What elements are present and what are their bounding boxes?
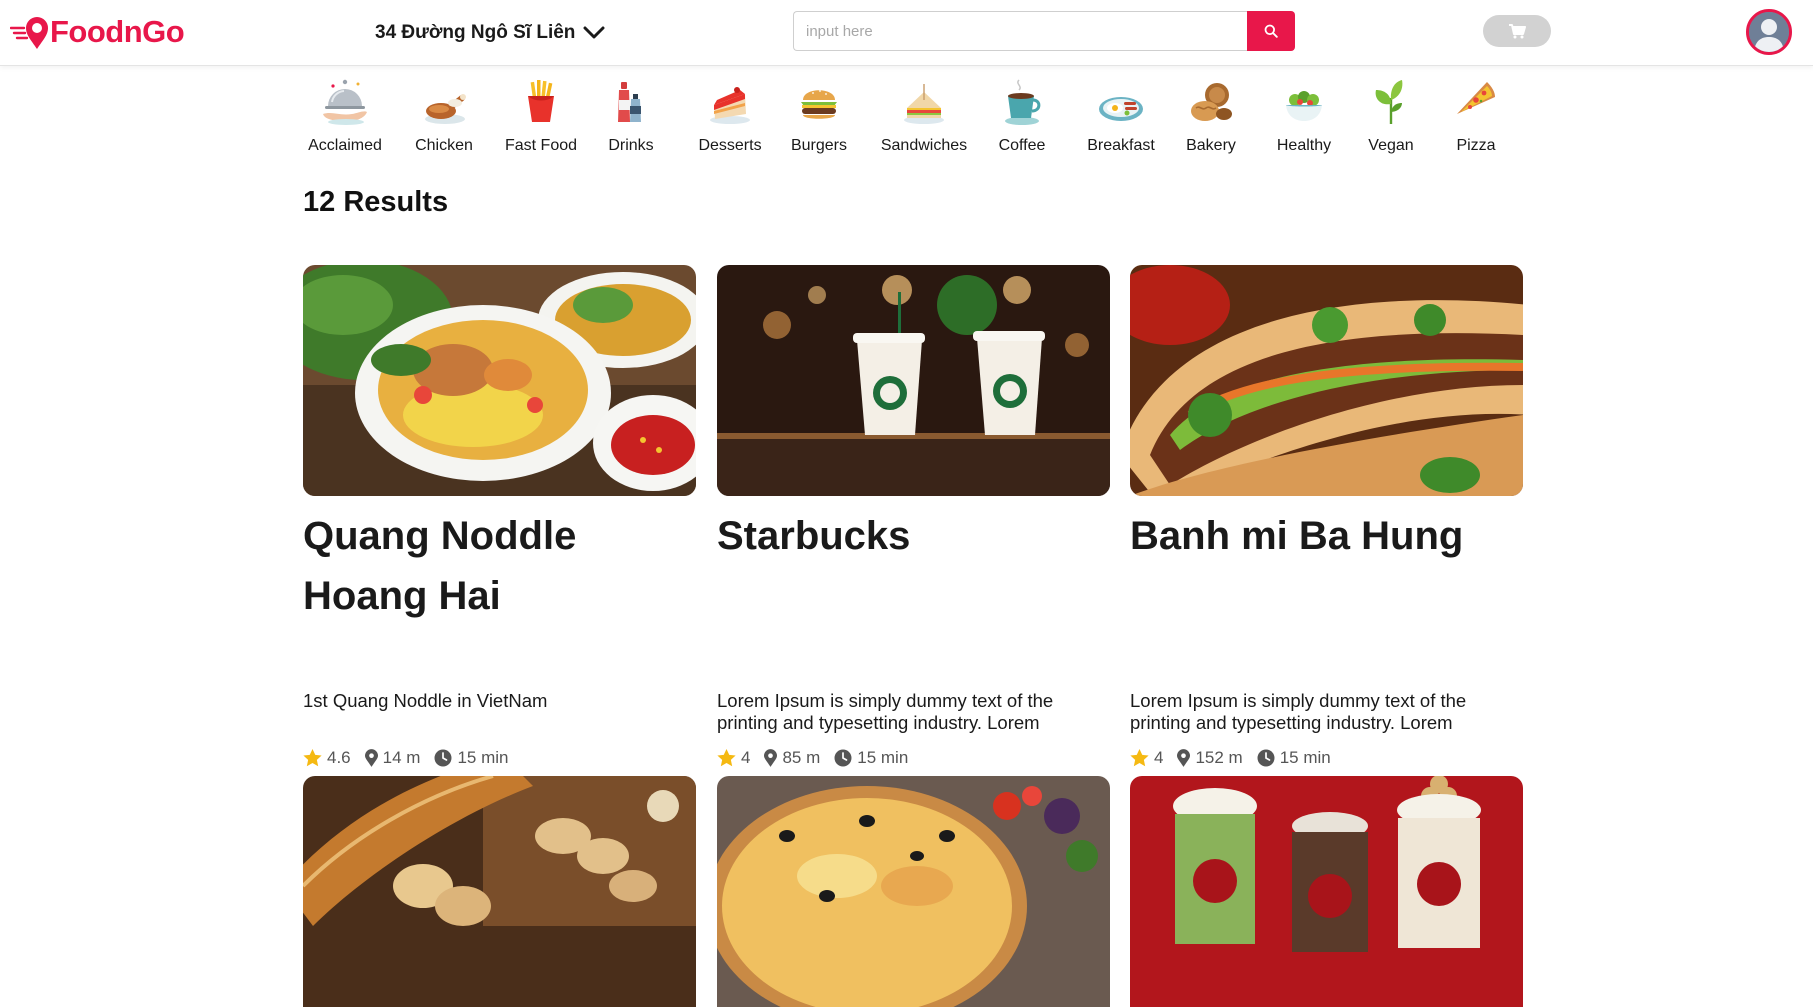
delivery-time-value: 15 min (1279, 748, 1331, 767)
pizza-slice-icon (1457, 82, 1495, 114)
quang-noodle-photo (303, 265, 696, 496)
category-pizza[interactable]: Pizza (1426, 78, 1526, 155)
starbucks-cups-photo (717, 265, 1110, 496)
category-burgers[interactable]: Burgers (769, 78, 869, 155)
category-bakery[interactable]: Bakery (1161, 78, 1261, 155)
category-label: Bakery (1186, 137, 1236, 154)
salad-bowl-icon (1286, 91, 1322, 121)
category-coffee[interactable]: Coffee (972, 78, 1072, 155)
sprout-icon (1375, 80, 1403, 124)
breakfast-plate-icon (1099, 97, 1143, 121)
category-drinks[interactable]: Drinks (581, 78, 681, 155)
rating-value: 4 (1154, 748, 1164, 767)
user-icon (1749, 12, 1789, 52)
location-pin-logo-icon (10, 17, 48, 49)
french-fries-icon (528, 80, 554, 122)
star-icon (717, 749, 736, 767)
banh-mi-photo (1130, 265, 1523, 496)
bread-icon (1191, 83, 1232, 121)
category-label: Desserts (698, 137, 762, 154)
location-pin-icon (1177, 749, 1191, 767)
category-bar: Acclaimed Chicken Fast Food Drinks Desse… (298, 78, 1518, 160)
baguette-bread-photo (303, 776, 696, 1007)
distance-value: 14 m (382, 748, 421, 767)
pizza-photo (717, 776, 1110, 1007)
search-icon (1264, 24, 1278, 38)
category-label: Coffee (998, 137, 1046, 154)
restaurant-meta: 4.6 14 m 15 min (303, 748, 522, 768)
category-desserts[interactable]: Desserts (680, 78, 780, 155)
category-label: Sandwiches (880, 137, 968, 154)
chevron-down-icon (583, 26, 605, 39)
category-label: Healthy (1276, 137, 1332, 154)
cart-button[interactable] (1483, 15, 1551, 47)
category-label: Burgers (790, 137, 848, 154)
category-label: Fast Food (504, 137, 578, 154)
restaurant-card[interactable]: Quang Noddle Hoang Hai 1st Quang Noddle … (303, 265, 696, 767)
location-pin-icon (364, 749, 378, 767)
category-breakfast[interactable]: Breakfast (1071, 78, 1171, 155)
search-button[interactable] (1247, 11, 1295, 51)
star-icon (303, 749, 322, 767)
drink-bottles-icon (618, 82, 641, 122)
category-acclaimed[interactable]: Acclaimed (295, 78, 395, 155)
sandwich-icon (904, 84, 944, 124)
category-label: Chicken (415, 137, 473, 154)
restaurant-card[interactable]: Starbucks Lorem Ipsum is simply dummy te… (717, 265, 1110, 767)
delivery-time-value: 15 min (857, 748, 909, 767)
restaurant-card[interactable] (303, 776, 696, 1007)
burger-icon (801, 90, 837, 119)
top-header: FoodnGo 34 Đường Ngô Sĩ Liên (0, 0, 1813, 66)
category-chicken[interactable]: Chicken (394, 78, 494, 155)
restaurant-card[interactable]: Banh mi Ba Hung Lorem Ipsum is simply du… (1130, 265, 1523, 767)
distance-value: 152 m (1195, 748, 1243, 767)
category-fast-food[interactable]: Fast Food (491, 78, 591, 155)
clock-icon (834, 749, 852, 767)
results-count-heading: 12 Results (303, 186, 449, 218)
category-label: Acclaimed (308, 137, 382, 154)
star-icon (1130, 749, 1149, 767)
search-input[interactable] (793, 11, 1247, 51)
delivery-address: 34 Đường Ngô Sĩ Liên (375, 22, 576, 43)
highlands-coffee-drinks-photo (1130, 776, 1523, 1007)
restaurant-card[interactable] (717, 776, 1110, 1007)
delivery-address-selector[interactable]: 34 Đường Ngô Sĩ Liên (375, 18, 605, 48)
restaurant-name: Banh mi Ba Hung (1130, 514, 1464, 558)
user-avatar[interactable] (1746, 9, 1792, 55)
delivery-time-value: 15 min (457, 748, 509, 767)
category-label: Breakfast (1087, 137, 1155, 154)
serving-cloche-icon (323, 79, 367, 125)
search-bar (793, 11, 1295, 51)
brand-logo[interactable]: FoodnGo (10, 12, 185, 52)
clock-icon (434, 749, 452, 767)
restaurant-meta: 4 85 m 15 min (717, 748, 922, 768)
roast-chicken-icon (425, 94, 466, 124)
rating-value: 4 (741, 748, 751, 767)
restaurant-description: 1st Quang Noddle in VietNam (303, 690, 548, 711)
location-pin-icon (764, 749, 778, 767)
rating-value: 4.6 (327, 748, 351, 767)
distance-value: 85 m (782, 748, 821, 767)
cake-slice-icon (710, 87, 750, 124)
restaurant-meta: 4 152 m 15 min (1130, 748, 1345, 768)
restaurant-name: Starbucks (717, 514, 911, 558)
shopping-cart-icon (1509, 24, 1526, 39)
category-healthy[interactable]: Healthy (1254, 78, 1354, 155)
restaurant-name: Quang Noddle Hoang Hai (303, 514, 577, 618)
restaurant-card[interactable] (1130, 776, 1523, 1007)
restaurant-description: Lorem Ipsum is simply dummy text of the … (1130, 690, 1467, 733)
category-label: Vegan (1368, 137, 1414, 154)
category-label: Drinks (608, 137, 654, 154)
restaurant-description: Lorem Ipsum is simply dummy text of the … (717, 690, 1054, 733)
category-sandwiches[interactable]: Sandwiches (874, 78, 974, 155)
brand-name: FoodnGo (50, 14, 185, 49)
coffee-cup-icon (1005, 79, 1041, 125)
clock-icon (1257, 749, 1275, 767)
category-label: Pizza (1456, 137, 1496, 154)
